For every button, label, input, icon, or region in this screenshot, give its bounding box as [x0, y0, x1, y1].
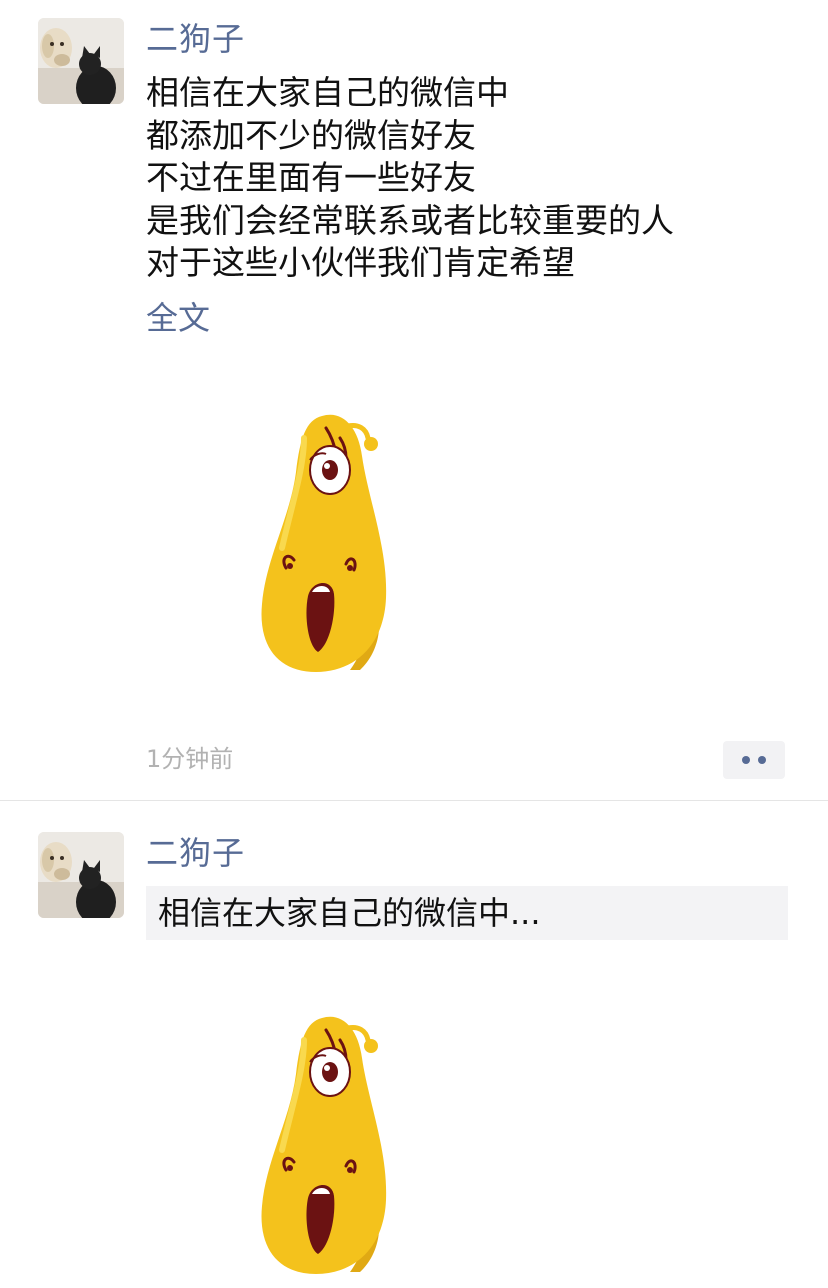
content-line: 对于这些小伙伴我们肯定希望 — [146, 243, 575, 282]
moment-post: 二狗子 相信在大家自己的微信中 都添加不少的微信好友 不过在里面有一些好友 是我… — [0, 0, 828, 800]
collapsed-content-text: 相信在大家自己的微信中... — [158, 894, 541, 932]
post-divider — [0, 800, 828, 801]
content-line: 不过在里面有一些好友 — [146, 158, 476, 197]
avatar-dog-cat-icon — [38, 18, 124, 104]
nickname[interactable]: 二狗子 — [146, 833, 245, 873]
content-line: 相信在大家自己的微信中 — [146, 73, 509, 112]
moment-post: 二狗子 相信在大家自己的微信中... — [0, 802, 828, 1288]
post-timestamp: 1分钟前 — [146, 745, 234, 773]
dot — [742, 756, 750, 764]
collapsed-content-box[interactable]: 相信在大家自己的微信中... — [146, 886, 788, 940]
moments-feed: 二狗子 相信在大家自己的微信中 都添加不少的微信好友 不过在里面有一些好友 是我… — [0, 0, 828, 1288]
avatar[interactable] — [38, 18, 124, 104]
full-text-link[interactable]: 全文 — [146, 297, 210, 339]
avatar-dog-cat-icon — [38, 832, 124, 918]
sticker-image[interactable] — [250, 1010, 410, 1280]
nickname[interactable]: 二狗子 — [146, 19, 245, 59]
post-content: 相信在大家自己的微信中 都添加不少的微信好友 不过在里面有一些好友 是我们会经常… — [146, 72, 786, 285]
yellow-larva-surprised-sticker-icon — [261, 414, 387, 672]
content-line: 是我们会经常联系或者比较重要的人 — [146, 200, 674, 240]
avatar[interactable] — [38, 832, 124, 918]
more-dots-icon[interactable] — [723, 741, 785, 779]
yellow-larva-surprised-sticker-icon — [261, 1016, 387, 1274]
content-line: 都添加不少的微信好友 — [146, 115, 476, 155]
dot — [758, 756, 766, 764]
sticker-image[interactable] — [250, 408, 410, 678]
